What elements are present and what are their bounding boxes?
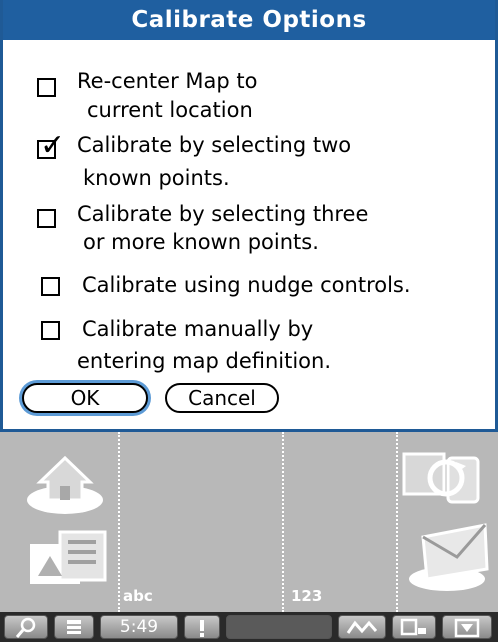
find-icon[interactable] [4,615,48,639]
menu-icon[interactable] [54,615,94,639]
ok-button[interactable]: OK [22,383,148,413]
status-bar: 5:49 [0,612,498,642]
dialog-title: Calibrate Options [3,0,495,40]
numeric-label: 123 [291,587,323,605]
signal-icon[interactable] [338,615,386,639]
checkbox[interactable]: ✓ [37,78,56,97]
graffiti-input-area[interactable]: abc 123 [0,432,498,612]
home-icon[interactable] [20,442,110,522]
option-label: current location [87,98,253,122]
collapse-icon[interactable] [442,615,492,639]
graffiti-divider [282,432,284,612]
mail-icon[interactable] [405,517,495,597]
abc-label: abc [123,587,153,605]
alert-icon[interactable] [184,615,220,639]
calibrate-options-dialog: Calibrate Options ✓ Re-center Map to cur… [0,0,498,432]
option-label: known points. [83,166,230,190]
option-label: Re-center Map to [77,69,258,93]
option-label: Calibrate by selecting two [77,133,352,157]
checkmark-icon: ✓ [40,128,66,163]
checkbox[interactable]: ✓ [37,131,65,161]
applications-icon[interactable] [20,524,115,594]
option-label: Calibrate using nudge controls. [82,273,411,297]
checkbox[interactable]: ✓ [37,209,56,228]
cancel-button[interactable]: Cancel [165,383,279,413]
option-label: entering map definition. [77,349,332,373]
graffiti-divider [118,432,120,612]
checkbox[interactable]: ✓ [41,277,60,296]
input-area-icon[interactable] [392,615,436,639]
option-label: Calibrate manually by [82,317,314,341]
clock[interactable]: 5:49 [100,615,178,639]
checkbox[interactable]: ✓ [41,321,60,340]
status-spacer [226,615,332,639]
option-label: or more known points. [83,230,319,254]
sync-icon[interactable] [398,444,493,514]
